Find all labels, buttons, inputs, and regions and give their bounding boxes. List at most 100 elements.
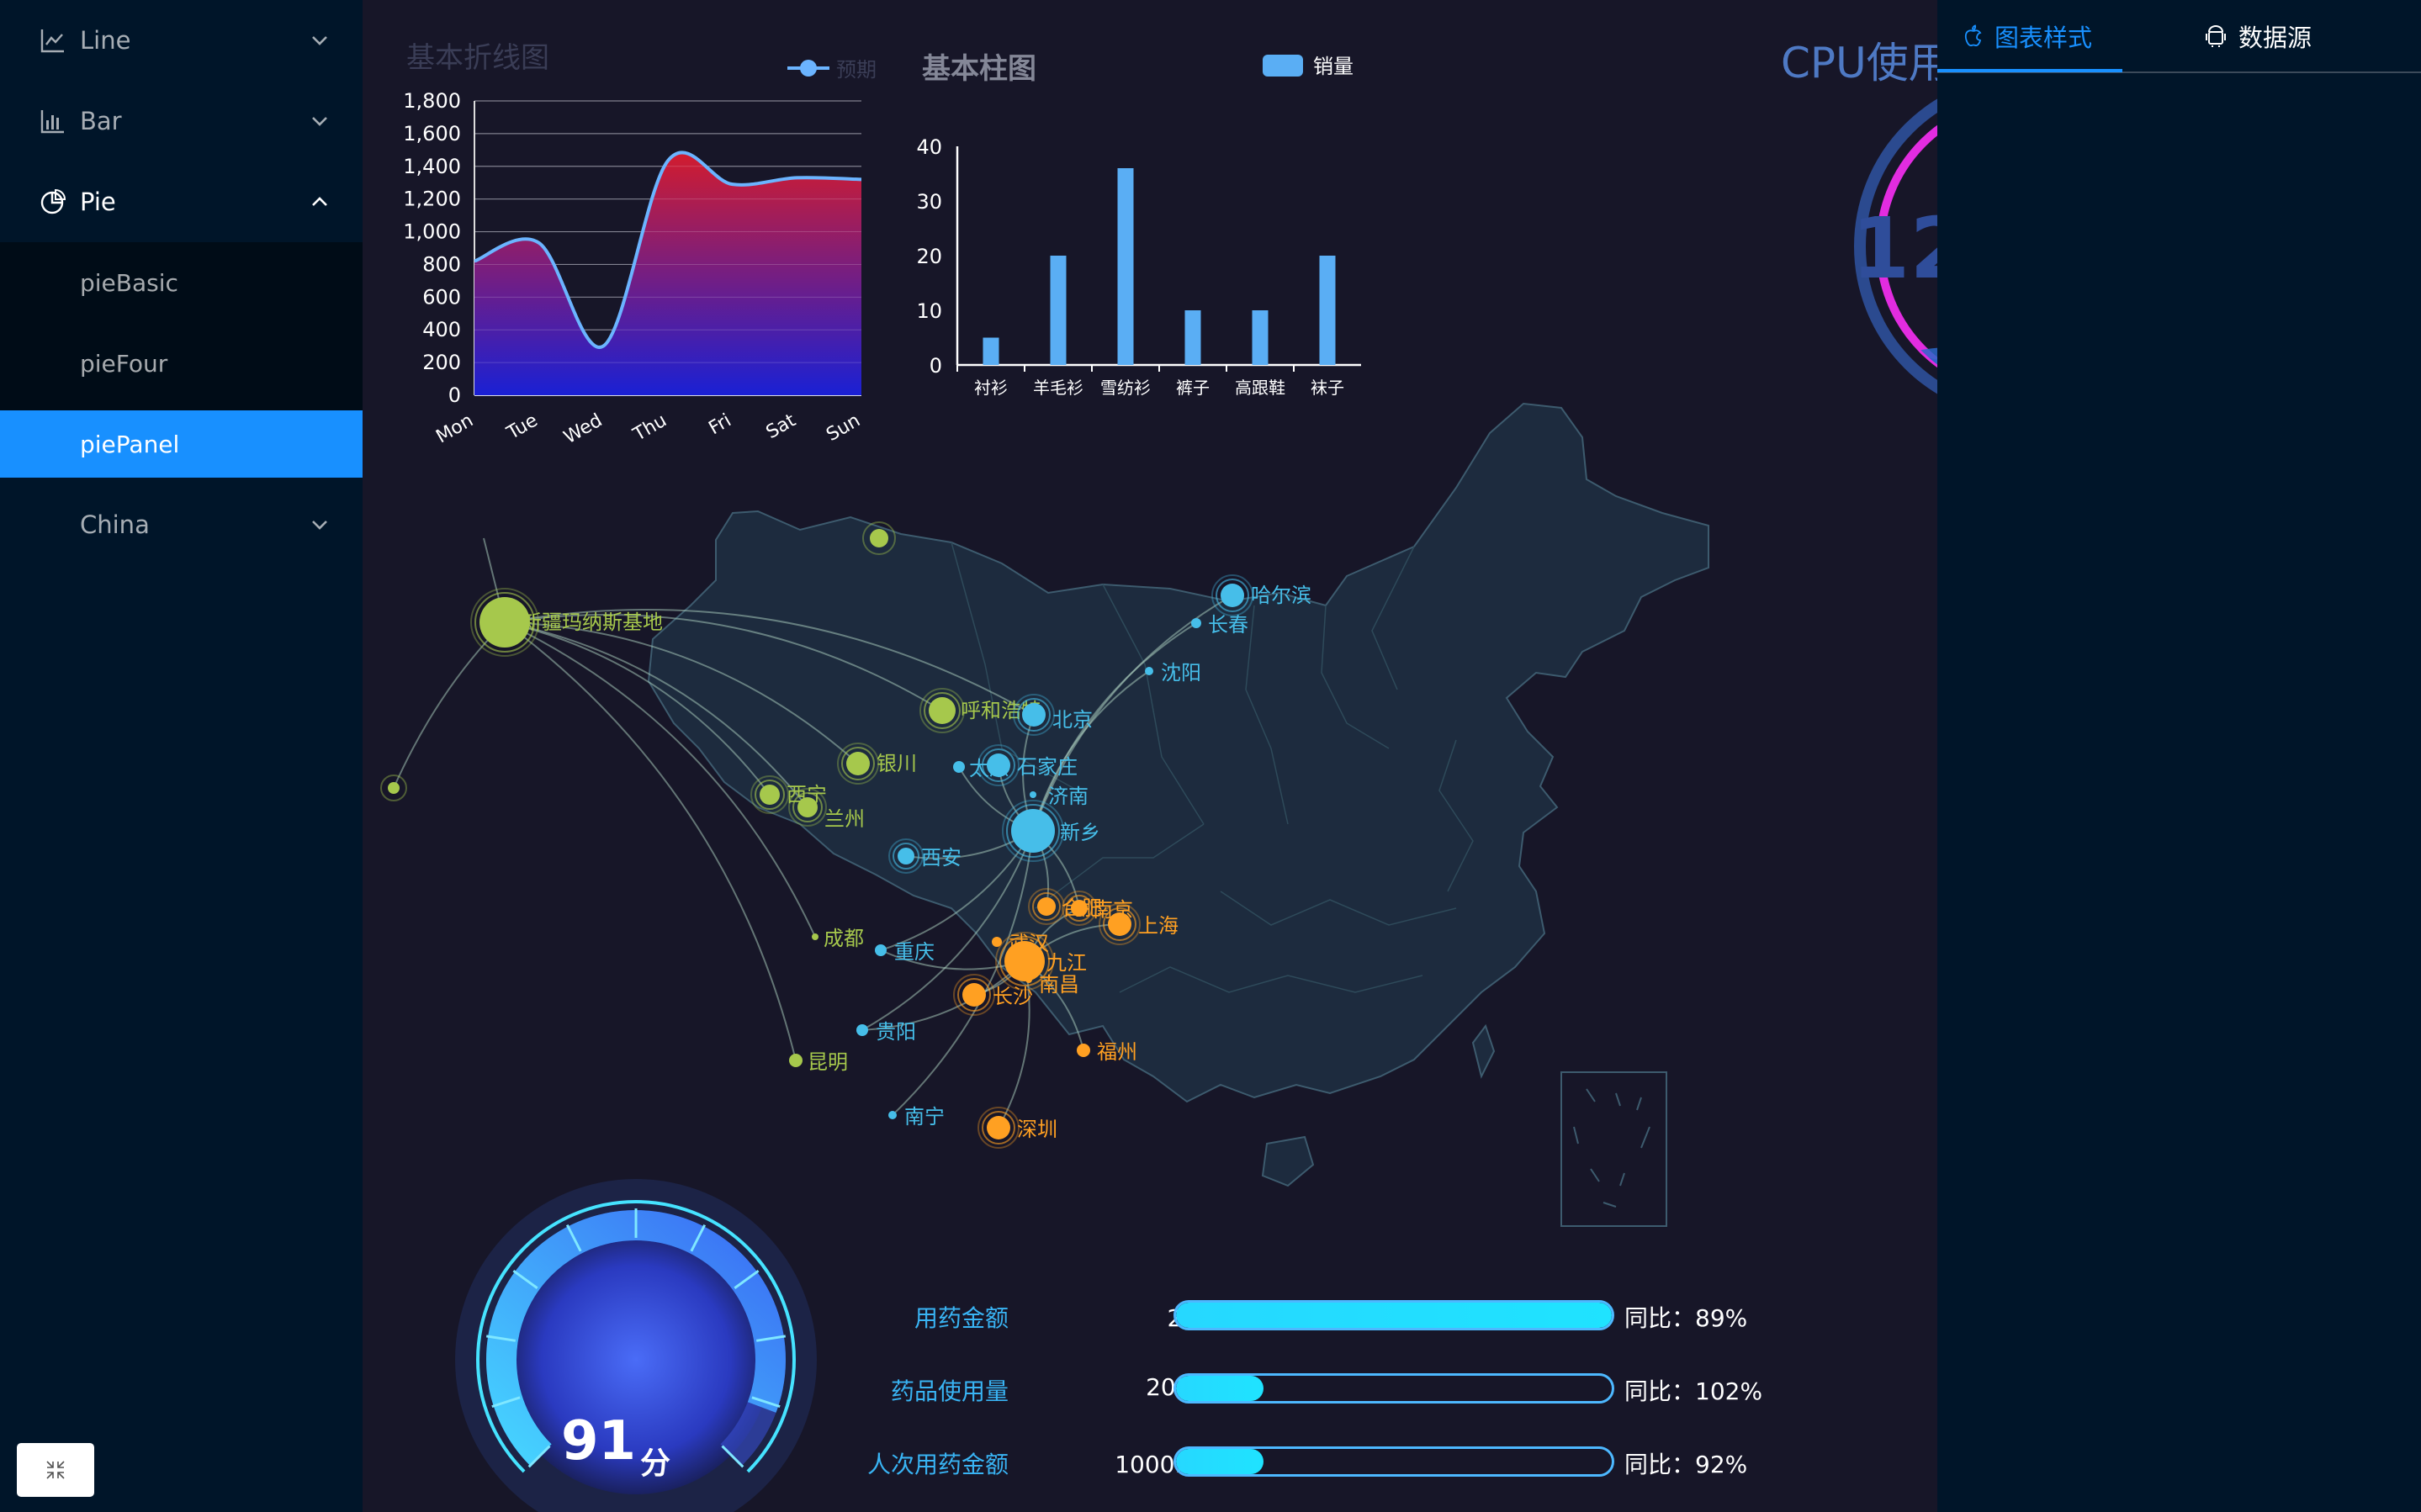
node-dot	[789, 1054, 803, 1067]
node-label: 长春	[1208, 613, 1248, 637]
progress-bar	[1173, 1373, 1614, 1404]
node-label: 太原	[969, 757, 1009, 780]
node-label: 福州	[1097, 1040, 1137, 1064]
tab-chart-style-label: 图表样式	[1995, 24, 2093, 52]
gauge-score-value: 91	[561, 1410, 636, 1472]
menu-item-line[interactable]: Line	[0, 0, 363, 81]
node-label: 贵阳	[876, 1020, 916, 1044]
progress-bar-fill	[1176, 1303, 1612, 1328]
node-dot	[1030, 791, 1036, 798]
node-dot	[1022, 703, 1046, 727]
sidebar: Line Bar Pie pieBasic pieFour piePanel C…	[0, 0, 363, 1512]
node-dot	[870, 529, 888, 547]
bar	[983, 337, 999, 365]
bar	[1252, 310, 1269, 365]
node-label: 九江	[1046, 951, 1087, 975]
cpu-gauge: CPU使用率 12.00%	[1781, 39, 1944, 398]
node-dot	[898, 848, 914, 864]
node-label: 北京	[1052, 708, 1093, 732]
chevron-down-icon	[312, 117, 327, 126]
gauge-score-unit: 分	[640, 1446, 670, 1481]
legend-dot-marker	[800, 60, 817, 77]
cpu-gauge-title: CPU使用率	[1781, 39, 1944, 87]
node-dot	[875, 944, 887, 956]
node-dot	[760, 785, 780, 805]
chevron-down-icon	[312, 521, 327, 530]
bar-chart-icon	[40, 110, 64, 134]
tab-data-source[interactable]: 数据源	[2205, 0, 2312, 72]
sub-item-piebasic[interactable]: pieBasic	[0, 242, 363, 323]
line-chart-title: 基本折线图	[406, 41, 549, 75]
progress-bar	[1173, 1446, 1614, 1477]
y-tick-label: 20	[916, 245, 942, 268]
y-tick-label: 600	[422, 285, 461, 309]
chevron-down-icon	[312, 36, 327, 45]
node-label: 石家庄	[1017, 755, 1078, 779]
collapse-button[interactable]	[17, 1443, 94, 1497]
sub-item-piefour[interactable]: pieFour	[0, 323, 363, 404]
menu-item-pie[interactable]: Pie	[0, 161, 363, 242]
sub-item-label: pieFour	[80, 349, 168, 378]
progress-yoy: 同比：89%	[1624, 1304, 1748, 1332]
node-dot	[1077, 1044, 1090, 1057]
y-tick-label: 800	[422, 252, 461, 276]
progress-label: 用药金额	[914, 1304, 1009, 1332]
y-tick-label: 10	[916, 299, 942, 323]
node-dot	[812, 933, 818, 940]
node-dot	[987, 1116, 1010, 1139]
menu-item-bar-label: Bar	[80, 107, 122, 135]
tab-chart-style[interactable]: 图表样式	[1963, 0, 2092, 72]
android-icon	[2206, 25, 2226, 47]
y-tick-label: 1,400	[403, 155, 461, 178]
dashboard-canvas: 基本折线图 预期 0 200 400 600 800 1,000 1,200 1,400 1,6…	[363, 0, 1944, 1512]
node-dot	[797, 797, 818, 817]
bar-chart-legend[interactable]: 销量	[1263, 55, 1354, 78]
node-label: 成都	[824, 927, 864, 950]
legend-label: 销量	[1313, 55, 1354, 78]
node-label: 长沙	[993, 985, 1033, 1008]
node-dot	[1191, 618, 1201, 628]
node-dot	[1011, 809, 1055, 853]
menu-item-china[interactable]: China	[0, 484, 363, 565]
node-label: 西安	[921, 846, 962, 870]
legend-swatch	[1263, 55, 1303, 77]
node-label: 重庆	[894, 940, 935, 964]
node-label: 南昌	[1039, 973, 1079, 997]
node-label: 兰州	[824, 807, 865, 831]
legend-label: 预期	[836, 58, 877, 82]
submenu-divider	[0, 404, 363, 410]
sub-item-piepanel[interactable]: piePanel	[0, 410, 363, 478]
y-tick-label: 40	[916, 135, 942, 159]
node-label: 上海	[1138, 914, 1179, 938]
bar	[1184, 310, 1201, 365]
progress-label: 人次用药金额	[866, 1451, 1009, 1478]
menu-item-bar[interactable]: Bar	[0, 81, 363, 161]
line-chart-legend[interactable]: 预期	[787, 58, 877, 82]
progress-label: 药品使用量	[890, 1377, 1009, 1405]
node-dot	[846, 752, 870, 775]
node-dot	[962, 983, 986, 1007]
y-tick-label: 1,200	[403, 188, 461, 211]
node-dot	[953, 761, 965, 773]
cpu-gauge-value: 12.00%	[1852, 199, 1944, 298]
node-dot	[888, 1111, 897, 1119]
node-dot	[1221, 584, 1244, 607]
y-tick-label: 30	[916, 190, 942, 214]
sub-item-label: piePanel	[80, 430, 180, 458]
node-label: 新乡	[1060, 821, 1100, 844]
area-fill	[474, 152, 861, 396]
y-tick-label: 1,000	[403, 220, 461, 244]
china-map: 新疆玛纳斯基地呼和浩特银川西宁兰州成都昆明哈尔滨长春沈阳北京石家庄太原济南新乡西…	[380, 402, 1709, 1227]
menu-item-china-label: China	[80, 510, 150, 539]
node-dot	[1025, 976, 1032, 983]
bar	[1319, 256, 1336, 365]
sub-item-label: pieBasic	[80, 268, 178, 297]
progress-yoy: 同比：102%	[1624, 1377, 1763, 1405]
node-label: 南宁	[904, 1105, 945, 1129]
node-label: 银川	[877, 752, 917, 775]
progress-yoy: 同比：92%	[1624, 1451, 1748, 1478]
menu-item-line-label: Line	[80, 26, 131, 55]
node-label: 新疆玛纳斯基地	[522, 611, 663, 634]
node-dot	[1071, 900, 1088, 917]
progress-bar-fill	[1176, 1376, 1263, 1401]
